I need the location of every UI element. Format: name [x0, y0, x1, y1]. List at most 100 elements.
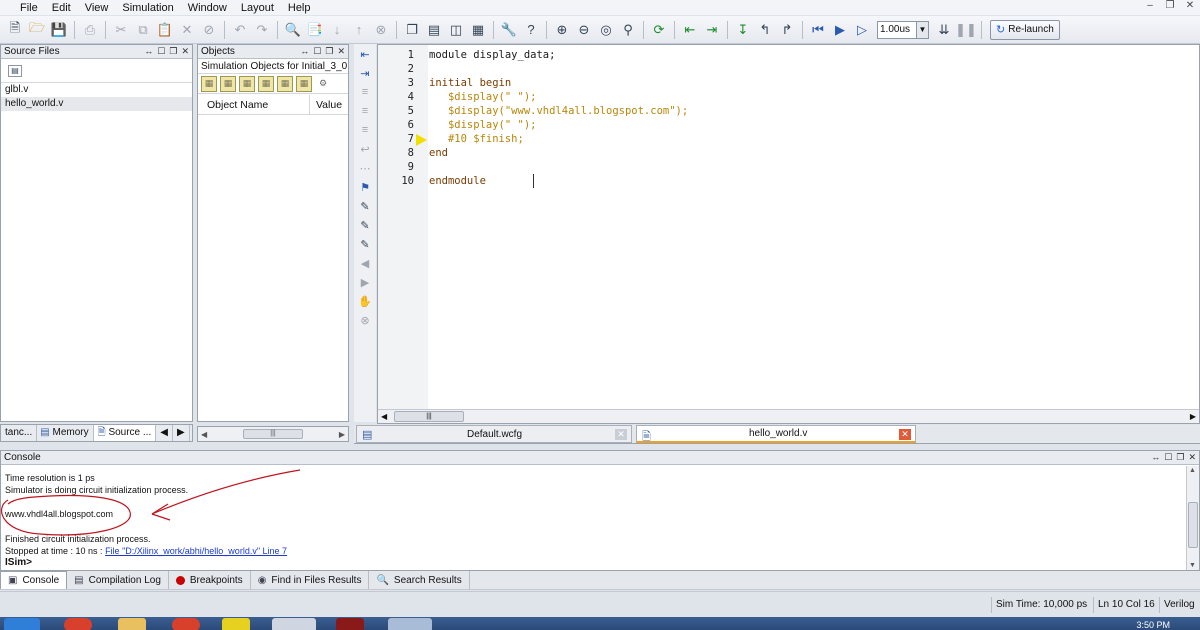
- isim-app-icon[interactable]: [336, 618, 364, 630]
- chevron-down-icon[interactable]: ▼: [916, 21, 928, 38]
- filter-variable-icon[interactable]: ▦: [296, 75, 312, 92]
- start-button-icon[interactable]: [4, 618, 40, 630]
- menu-simulation[interactable]: Simulation: [116, 1, 181, 15]
- uncomment-icon[interactable]: ≡: [357, 103, 373, 119]
- close-icon[interactable]: ✕: [1188, 452, 1196, 463]
- scroll-down-icon[interactable]: ▼: [1189, 562, 1196, 569]
- step-icon[interactable]: ↧: [733, 20, 753, 40]
- add-source-icon[interactable]: ▤: [8, 64, 22, 77]
- close-icon[interactable]: ✕: [337, 46, 345, 57]
- float-icon[interactable]: ❐: [325, 46, 333, 57]
- align-icon[interactable]: ≡: [357, 122, 373, 138]
- open-folder-icon[interactable]: 🗁: [27, 20, 47, 40]
- nav-back-icon[interactable]: ◀: [357, 255, 373, 271]
- menu-file[interactable]: File: [0, 1, 46, 15]
- scroll-up-icon[interactable]: ▲: [1189, 467, 1196, 474]
- zoom-cursor-icon[interactable]: ⚲: [618, 20, 638, 40]
- filter-constant-icon[interactable]: ▦: [277, 75, 293, 92]
- bookmark-clear-icon[interactable]: ✎: [357, 236, 373, 252]
- minimize-icon[interactable]: –: [1144, 0, 1156, 11]
- tab-scroll-right-icon[interactable]: ▶: [173, 425, 190, 441]
- step-back-icon[interactable]: ↰: [755, 20, 775, 40]
- column-value[interactable]: Value: [310, 95, 348, 115]
- tab-console[interactable]: ▣ Console: [0, 571, 68, 589]
- refresh-icon[interactable]: ⟳: [649, 20, 669, 40]
- scroll-right-icon[interactable]: ▶: [339, 430, 345, 439]
- tab-find-in-files[interactable]: ◉ Find in Files Results: [251, 571, 370, 589]
- filter-input-icon[interactable]: ▦: [201, 75, 217, 92]
- relaunch-button[interactable]: ↻ Re-launch: [990, 19, 1060, 40]
- source-file-item[interactable]: hello_world.v: [1, 97, 192, 111]
- tab-search-results[interactable]: 🔍 Search Results: [369, 571, 470, 589]
- hand-icon[interactable]: ✋: [357, 293, 373, 309]
- delete-icon[interactable]: ✕: [177, 20, 197, 40]
- pause-icon[interactable]: ❚❚: [955, 20, 977, 40]
- arrow-down-icon[interactable]: ↓: [327, 20, 347, 40]
- scroll-thumb[interactable]: |||: [394, 411, 464, 422]
- redo-icon[interactable]: ↷: [252, 20, 272, 40]
- tile-vertical-icon[interactable]: ◫: [446, 20, 466, 40]
- cut-icon[interactable]: ✂: [111, 20, 131, 40]
- zoom-in-icon[interactable]: ⊕: [552, 20, 572, 40]
- bookmark-next-icon[interactable]: ✎: [357, 198, 373, 214]
- scroll-left-icon[interactable]: ◀: [381, 412, 387, 421]
- close-icon[interactable]: ✕: [181, 46, 189, 57]
- new-file-icon[interactable]: 🗎: [5, 20, 25, 40]
- tab-breakpoints[interactable]: Breakpoints: [169, 571, 251, 589]
- resize-icon[interactable]: ↔: [1151, 452, 1160, 463]
- tab-compilation-log[interactable]: ▤ Compilation Log: [67, 571, 169, 589]
- tab-scroll-left-icon[interactable]: ◀: [156, 425, 173, 441]
- clear-icon[interactable]: ⊗: [371, 20, 391, 40]
- breakpoint-clear-icon[interactable]: ⊗: [357, 312, 373, 328]
- comment-icon[interactable]: ≡: [357, 84, 373, 100]
- copy-icon[interactable]: ⧉: [133, 20, 153, 40]
- close-icon[interactable]: ✕: [1184, 0, 1196, 11]
- marker-prev-icon[interactable]: ⇤: [680, 20, 700, 40]
- zoom-fit-icon[interactable]: ◎: [596, 20, 616, 40]
- resize-icon[interactable]: ↔: [144, 46, 153, 57]
- filter-bidir-icon[interactable]: ▦: [239, 75, 255, 92]
- spacer-icon[interactable]: ⋯: [357, 160, 373, 176]
- menu-window[interactable]: Window: [182, 1, 235, 15]
- console-vertical-scrollbar[interactable]: ▲ ▼: [1186, 466, 1199, 570]
- window-app-icon[interactable]: [388, 618, 432, 630]
- source-file-item[interactable]: glbl.v: [1, 83, 192, 97]
- tab-memory[interactable]: ▤ Memory: [37, 425, 94, 441]
- tex-app-icon[interactable]: [272, 618, 316, 630]
- bookmark-icon[interactable]: ⚑: [357, 179, 373, 195]
- tab-default-wcfg[interactable]: ▤ Default.wcfg ✕: [356, 425, 632, 443]
- menu-layout[interactable]: Layout: [235, 1, 282, 15]
- marker-next-icon[interactable]: ⇥: [702, 20, 722, 40]
- find-icon[interactable]: 🔍: [283, 20, 303, 40]
- wrap-icon[interactable]: ↩: [357, 141, 373, 157]
- scroll-thumb[interactable]: |||: [243, 429, 303, 439]
- cascade-windows-icon[interactable]: ❐: [402, 20, 422, 40]
- menu-edit[interactable]: Edit: [46, 1, 79, 15]
- menu-view[interactable]: View: [79, 1, 117, 15]
- float-icon[interactable]: ❐: [169, 46, 177, 57]
- stop-icon[interactable]: ⊘: [199, 20, 219, 40]
- save-icon[interactable]: 💾: [49, 20, 69, 40]
- run-all-icon[interactable]: ▶: [830, 20, 850, 40]
- maximize-icon[interactable]: ☐: [313, 46, 321, 57]
- object-settings-icon[interactable]: ⚙: [315, 75, 331, 92]
- float-icon[interactable]: ❐: [1176, 452, 1184, 463]
- chrome-icon[interactable]: [64, 618, 92, 630]
- step-into-icon[interactable]: ⇊: [934, 20, 954, 40]
- scroll-left-icon[interactable]: ◀: [201, 430, 207, 439]
- bookmark-prev-icon[interactable]: ✎: [357, 217, 373, 233]
- column-object-name[interactable]: Object Name: [198, 95, 310, 114]
- maximize-icon[interactable]: ☐: [157, 46, 165, 57]
- resize-icon[interactable]: ↔: [300, 46, 309, 57]
- float-window-icon[interactable]: ▦: [468, 20, 488, 40]
- print-icon[interactable]: ⎙: [80, 20, 100, 40]
- app-icon[interactable]: [222, 618, 250, 630]
- settings-wrench-icon[interactable]: 🔧: [499, 20, 519, 40]
- close-tab-icon[interactable]: ✕: [899, 429, 911, 440]
- source-location-link[interactable]: File "D:/Xilinx_work/abhi/hello_world.v"…: [105, 546, 287, 556]
- code-editor[interactable]: 1 2 3 4 5 6 7 8 9 10 module display_data…: [377, 44, 1200, 424]
- filter-output-icon[interactable]: ▦: [220, 75, 236, 92]
- maximize-icon[interactable]: ☐: [1164, 452, 1172, 463]
- paste-icon[interactable]: 📋: [155, 20, 175, 40]
- context-help-icon[interactable]: ?: [521, 20, 541, 40]
